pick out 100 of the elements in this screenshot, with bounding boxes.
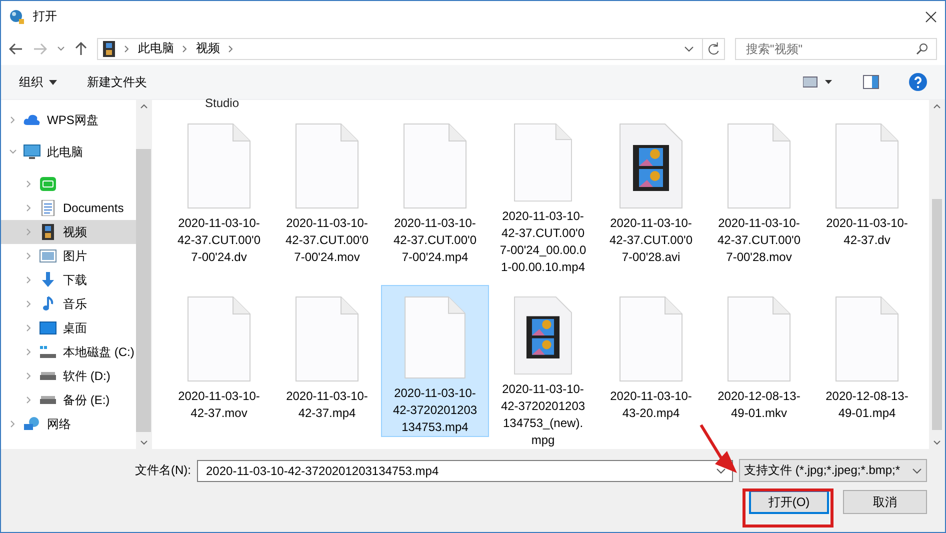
forward-arrow-icon[interactable] bbox=[33, 42, 47, 54]
file-item[interactable]: 2020-11-03-10-42-37.mp4 bbox=[273, 285, 381, 450]
film-icon bbox=[39, 224, 57, 240]
blank-file-icon bbox=[835, 296, 899, 382]
nav-item[interactable]: WPS网盘 bbox=[1, 108, 136, 132]
blank-file-icon bbox=[187, 123, 251, 209]
new-folder-button[interactable]: 新建文件夹 bbox=[87, 74, 147, 90]
cancel-button[interactable]: 取消 bbox=[843, 490, 927, 514]
file-item[interactable]: 2020-11-03-10-42-37.CUT.00'07-00'24_00.00.01-00.00.10.mp4 bbox=[489, 112, 597, 277]
preview-pane-icon[interactable] bbox=[863, 75, 879, 89]
picture-icon bbox=[39, 248, 57, 264]
file-item[interactable]: 2020-12-08-13-49-01.mp4 bbox=[813, 285, 921, 450]
search-field[interactable]: 搜索"视频" bbox=[735, 38, 937, 60]
file-item[interactable]: 2020-11-03-10-42-37.CUT.00'07-00'28.mov bbox=[705, 112, 813, 277]
breadcrumb-item[interactable]: 此电脑 bbox=[138, 40, 174, 57]
blank-file-icon bbox=[295, 296, 359, 382]
expand-chevron-icon[interactable] bbox=[25, 180, 33, 188]
file-item[interactable]: 2020-11-03-10-42-37.CUT.00'07-00'24.mp4 bbox=[381, 112, 489, 277]
expand-chevron-icon[interactable] bbox=[25, 228, 33, 236]
scroll-up-icon[interactable] bbox=[140, 103, 148, 109]
dropdown-chevron-icon[interactable] bbox=[716, 468, 726, 474]
file-item[interactable]: 2020-11-03-10-42-37.dv bbox=[813, 112, 921, 277]
nav-item[interactable]: 本地磁盘 (C:) bbox=[1, 340, 136, 364]
desktop-icon bbox=[39, 320, 57, 336]
expand-chevron-icon[interactable] bbox=[25, 396, 33, 404]
file-list-scrollbar[interactable] bbox=[929, 100, 945, 449]
nav-item[interactable]: 备份 (E:) bbox=[1, 388, 136, 412]
expand-chevron-icon[interactable] bbox=[25, 276, 33, 284]
monitor-icon bbox=[23, 144, 41, 160]
dropdown-triangle-icon bbox=[49, 80, 57, 84]
file-name: Studio bbox=[205, 100, 240, 106]
expand-chevron-icon[interactable] bbox=[25, 252, 33, 260]
file-item[interactable]: 2020-11-03-10-43-20.mp4 bbox=[597, 285, 705, 450]
expand-chevron-icon[interactable] bbox=[25, 300, 33, 308]
app-logo-icon bbox=[9, 8, 25, 24]
window-title: 打开 bbox=[33, 8, 58, 25]
expand-chevron-icon[interactable] bbox=[25, 324, 33, 332]
blank-file-icon bbox=[403, 123, 467, 209]
breadcrumb-item[interactable]: 视频 bbox=[196, 40, 220, 57]
system-drive-icon bbox=[39, 344, 57, 360]
file-item[interactable]: 2020-12-08-13-49-01.mkv bbox=[705, 285, 813, 450]
file-item[interactable]: 2020-11-03-10-42-3720201203134753_(new).mpg bbox=[489, 285, 597, 450]
nav-item[interactable]: 此电脑 bbox=[1, 140, 136, 164]
download-arrow-icon bbox=[39, 272, 57, 288]
scroll-down-icon[interactable] bbox=[933, 440, 941, 446]
expand-chevron-icon[interactable] bbox=[25, 372, 33, 380]
open-button[interactable]: 打开(O) bbox=[749, 490, 829, 514]
blank-file-icon bbox=[403, 296, 467, 379]
filename-field[interactable]: 2020-11-03-10-42-3720201203134753.mp4 bbox=[197, 460, 733, 482]
up-arrow-icon[interactable] bbox=[75, 42, 87, 56]
search-icon[interactable] bbox=[916, 42, 928, 54]
expand-chevron-icon[interactable] bbox=[9, 420, 17, 428]
annotation-arrow bbox=[700, 424, 737, 473]
file-item[interactable]: 2020-11-03-10-42-37.CUT.00'07-00'24.mov bbox=[273, 112, 381, 277]
expand-chevron-icon[interactable] bbox=[25, 348, 33, 356]
film-icon bbox=[102, 40, 116, 56]
scroll-up-icon[interactable] bbox=[933, 103, 941, 109]
organize-menu[interactable]: 组织 bbox=[19, 74, 57, 90]
file-item[interactable]: 2020-11-03-10-42-37.mov bbox=[165, 285, 273, 450]
sidebar-scrollbar[interactable] bbox=[136, 100, 151, 449]
video-file-icon bbox=[511, 296, 575, 375]
file-item[interactable]: 2020-11-03-10-42-37.CUT.00'07-00'28.avi bbox=[597, 112, 705, 277]
expand-chevron-icon[interactable] bbox=[9, 116, 17, 124]
close-icon[interactable] bbox=[925, 10, 937, 22]
expand-chevron-icon[interactable] bbox=[25, 204, 33, 212]
blank-file-icon bbox=[835, 123, 899, 209]
dropdown-chevron-icon[interactable] bbox=[684, 46, 694, 52]
video-file-icon bbox=[619, 123, 683, 209]
breadcrumb-chevron-icon bbox=[124, 44, 130, 52]
nav-item[interactable]: Documents bbox=[1, 196, 136, 220]
filename-input[interactable]: 2020-11-03-10-42-3720201203134753.mp4 bbox=[204, 462, 712, 478]
collapse-chevron-icon[interactable] bbox=[9, 148, 17, 156]
nav-item[interactable]: 音乐 bbox=[1, 292, 136, 316]
network-icon bbox=[23, 416, 41, 432]
nav-item[interactable]: 桌面 bbox=[1, 316, 136, 340]
app-icon bbox=[39, 176, 57, 192]
back-arrow-icon[interactable] bbox=[9, 42, 23, 54]
field-label: 文件名(N): bbox=[135, 462, 191, 479]
nav-item[interactable]: 图片 bbox=[1, 244, 136, 268]
nav-item[interactable]: 网络 bbox=[1, 412, 136, 436]
address-bar[interactable]: 此电脑 视频 bbox=[97, 38, 725, 60]
dropdown-chevron-icon[interactable] bbox=[57, 46, 65, 52]
scroll-down-icon[interactable] bbox=[140, 440, 148, 446]
dropdown-chevron-icon bbox=[912, 468, 922, 474]
drive-icon bbox=[39, 372, 57, 380]
nav-item[interactable]: 视频 bbox=[1, 220, 136, 244]
blank-file-icon bbox=[727, 123, 791, 209]
file-item[interactable]: 2020-11-03-10-42-3720201203134753.mp4 bbox=[381, 285, 489, 437]
view-options-icon[interactable] bbox=[803, 76, 833, 88]
help-icon[interactable] bbox=[909, 73, 927, 91]
nav-item[interactable]: 下载 bbox=[1, 268, 136, 292]
document-icon bbox=[39, 200, 57, 216]
file-type-dropdown[interactable]: 支持文件 (*.jpg;*.jpeg;*.bmp;* bbox=[739, 459, 927, 482]
drive-icon bbox=[39, 396, 57, 404]
blank-file-icon bbox=[511, 123, 575, 202]
blank-file-icon bbox=[187, 296, 251, 382]
cloud-icon bbox=[23, 112, 41, 128]
file-item[interactable]: 2020-11-03-10-42-37.CUT.00'07-00'24.dv bbox=[165, 112, 273, 277]
blank-file-icon bbox=[727, 296, 791, 382]
nav-item[interactable]: 软件 (D:) bbox=[1, 364, 136, 388]
